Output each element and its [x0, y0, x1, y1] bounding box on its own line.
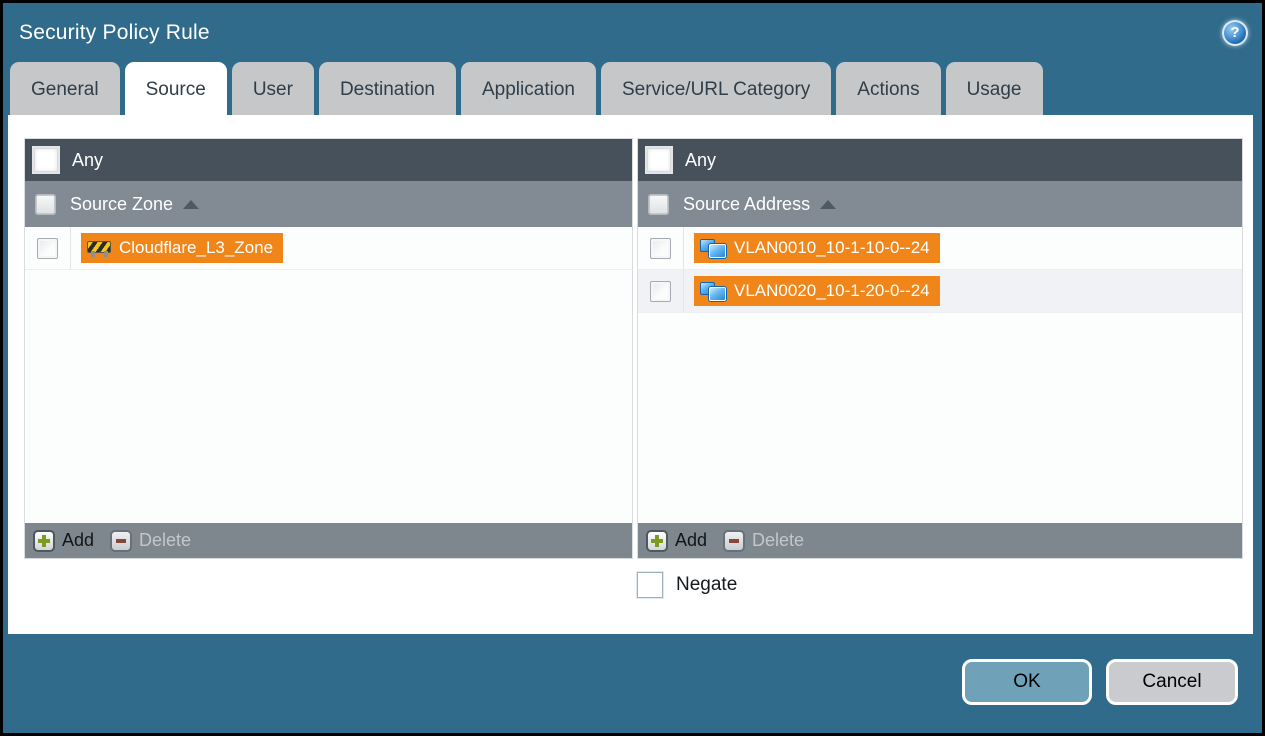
object-chip[interactable]: Cloudflare_L3_Zone [81, 233, 284, 263]
source-zone-footer: Add Delete [25, 523, 632, 558]
source-address-panel: Any Source Address VLAN0010_10-1-10-0--2… [637, 138, 1243, 559]
security-policy-rule-dialog: Security Policy Rule ? General Source User… [0, 0, 1265, 736]
source-zone-panel: Any Source Zone Cloudflare_L3_Zone Add D… [24, 138, 633, 559]
source-address-list: VLAN0010_10-1-10-0--24 VLAN0020_10-1-20-0… [638, 227, 1242, 523]
add-button[interactable]: Add [33, 529, 95, 552]
source-zone-any-header: Any [25, 139, 632, 181]
tab-destination[interactable]: Destination [318, 62, 456, 115]
row-checkbox[interactable] [650, 237, 671, 259]
tab-application[interactable]: Application [461, 62, 596, 115]
negate-row: Negate [637, 572, 1244, 598]
address-icon [700, 238, 726, 258]
source-zone-column-header[interactable]: Source Zone [25, 181, 632, 227]
tab-usage[interactable]: Usage [945, 62, 1043, 115]
sort-asc-icon [820, 199, 837, 209]
help-icon[interactable]: ? [1222, 19, 1248, 46]
delete-button[interactable]: Delete [723, 529, 805, 552]
tab-bar: General Source User Destination Application S… [3, 62, 1262, 115]
delete-button-label: Delete [139, 530, 192, 550]
source-address-any-header: Any [638, 139, 1242, 181]
dialog-bottombar: OK Cancel [3, 634, 1262, 730]
object-chip[interactable]: VLAN0010_10-1-10-0--24 [694, 233, 940, 263]
row-checkbox[interactable] [37, 237, 58, 259]
row-checkbox-cell [638, 270, 684, 312]
zone-icon [87, 240, 111, 257]
row-checkbox[interactable] [650, 280, 671, 302]
delete-button-label: Delete [752, 530, 805, 550]
ok-button[interactable]: OK [962, 659, 1092, 705]
any-checkbox[interactable] [647, 148, 671, 172]
add-button-label: Add [62, 530, 95, 550]
row-checkbox-cell [25, 227, 71, 269]
source-panels: Any Source Zone Cloudflare_L3_Zone Add D… [24, 138, 1244, 559]
column-header-label: Source Address [683, 193, 811, 214]
plus-icon [646, 529, 668, 552]
any-label: Any [685, 149, 717, 170]
tab-actions[interactable]: Actions [836, 62, 941, 115]
dialog-title: Security Policy Rule [19, 20, 210, 44]
tab-service-url-category[interactable]: Service/URL Category [600, 62, 832, 115]
plus-icon [33, 529, 55, 552]
add-button[interactable]: Add [646, 529, 708, 552]
minus-icon [723, 529, 746, 552]
table-row: Cloudflare_L3_Zone [25, 227, 632, 270]
cancel-button[interactable]: Cancel [1106, 659, 1238, 705]
row-checkbox-cell [638, 227, 684, 269]
source-zone-list: Cloudflare_L3_Zone [25, 227, 632, 523]
any-checkbox[interactable] [34, 148, 58, 172]
table-row: VLAN0020_10-1-20-0--24 [638, 270, 1242, 313]
table-row: VLAN0010_10-1-10-0--24 [638, 227, 1242, 270]
address-icon [700, 281, 726, 301]
tab-general[interactable]: General [10, 62, 120, 115]
source-address-column-header[interactable]: Source Address [638, 181, 1242, 227]
dialog-titlebar: Security Policy Rule ? [3, 3, 1262, 62]
dialog-content: Any Source Zone Cloudflare_L3_Zone Add D… [8, 115, 1253, 634]
object-label: Cloudflare_L3_Zone [119, 238, 274, 257]
delete-button[interactable]: Delete [110, 529, 192, 552]
column-header-label: Source Zone [70, 193, 174, 214]
tab-user[interactable]: User [231, 62, 314, 115]
object-label: VLAN0020_10-1-20-0--24 [734, 281, 930, 300]
any-label: Any [72, 149, 104, 170]
select-all-checkbox[interactable] [649, 194, 668, 214]
add-button-label: Add [675, 530, 708, 550]
tab-source[interactable]: Source [124, 62, 227, 115]
object-chip[interactable]: VLAN0020_10-1-20-0--24 [694, 276, 940, 306]
negate-checkbox[interactable] [637, 572, 663, 598]
object-label: VLAN0010_10-1-10-0--24 [734, 238, 930, 257]
select-all-checkbox[interactable] [36, 194, 55, 214]
negate-label: Negate [676, 574, 738, 595]
sort-asc-icon [183, 199, 200, 209]
minus-icon [110, 529, 133, 552]
source-address-footer: Add Delete [638, 523, 1242, 558]
